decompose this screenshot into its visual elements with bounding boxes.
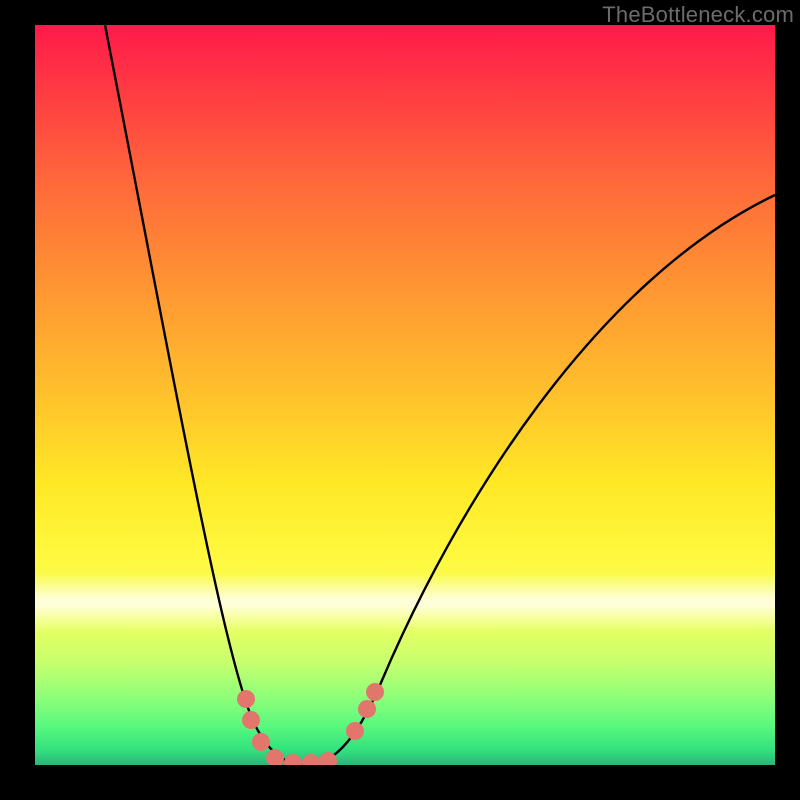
curve-marker bbox=[266, 749, 284, 765]
curve-marker bbox=[237, 690, 255, 708]
curve-marker bbox=[252, 733, 270, 751]
plot-area bbox=[35, 25, 775, 765]
v-curve bbox=[105, 25, 775, 765]
chart-frame: TheBottleneck.com bbox=[0, 0, 800, 800]
curve-marker bbox=[346, 722, 364, 740]
curve-marker bbox=[302, 754, 320, 765]
curve-marker bbox=[358, 700, 376, 718]
curve-marker bbox=[284, 754, 302, 765]
curve-marker bbox=[366, 683, 384, 701]
marker-group bbox=[237, 683, 384, 765]
watermark-text: TheBottleneck.com bbox=[602, 2, 794, 28]
curve-layer bbox=[35, 25, 775, 765]
curve-marker bbox=[242, 711, 260, 729]
